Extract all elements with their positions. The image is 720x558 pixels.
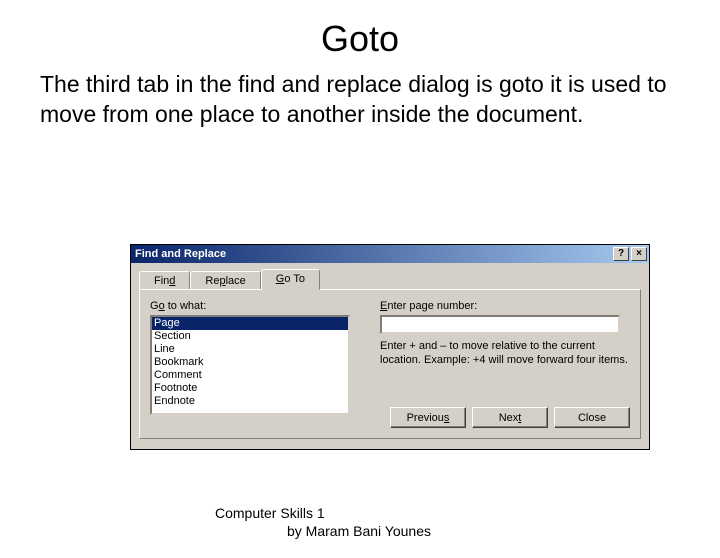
list-item[interactable]: Section (152, 330, 348, 343)
goto-what-label: Go to what: (150, 300, 360, 312)
close-button[interactable]: Close (554, 407, 630, 428)
footer-line2: by Maram Bani Younes (215, 523, 431, 541)
next-button[interactable]: Next (472, 407, 548, 428)
page-number-input[interactable] (380, 315, 620, 334)
slide-body-text: The third tab in the find and replace di… (40, 70, 680, 130)
hint-text: Enter + and – to move relative to the cu… (380, 340, 630, 368)
dialog-title: Find and Replace (135, 248, 226, 260)
list-item[interactable]: Page (152, 317, 348, 330)
tab-strip: Find Replace Go To (139, 269, 641, 289)
list-item[interactable]: Line (152, 343, 348, 356)
tab-find[interactable]: Find (139, 271, 190, 290)
help-button[interactable]: ? (613, 247, 629, 261)
find-replace-dialog: Find and Replace ? × Find Replace Go To … (130, 244, 650, 450)
slide-footer: Computer Skills 1 by Maram Bani Younes (215, 505, 431, 540)
enter-page-label: Enter page number: (380, 300, 630, 312)
goto-what-listbox[interactable]: Page Section Line Bookmark Comment Footn… (150, 315, 350, 415)
tab-goto[interactable]: Go To (261, 269, 320, 290)
list-item[interactable]: Comment (152, 369, 348, 382)
list-item[interactable]: Footnote (152, 382, 348, 395)
dialog-titlebar[interactable]: Find and Replace ? × (131, 245, 649, 263)
close-icon[interactable]: × (631, 247, 647, 261)
previous-button[interactable]: Previous (390, 407, 466, 428)
slide-title: Goto (0, 18, 720, 60)
tab-replace[interactable]: Replace (190, 271, 260, 290)
goto-panel: Go to what: Page Section Line Bookmark C… (139, 289, 641, 439)
list-item[interactable]: Endnote (152, 395, 348, 408)
footer-line1: Computer Skills 1 (215, 505, 431, 523)
list-item[interactable]: Bookmark (152, 356, 348, 369)
